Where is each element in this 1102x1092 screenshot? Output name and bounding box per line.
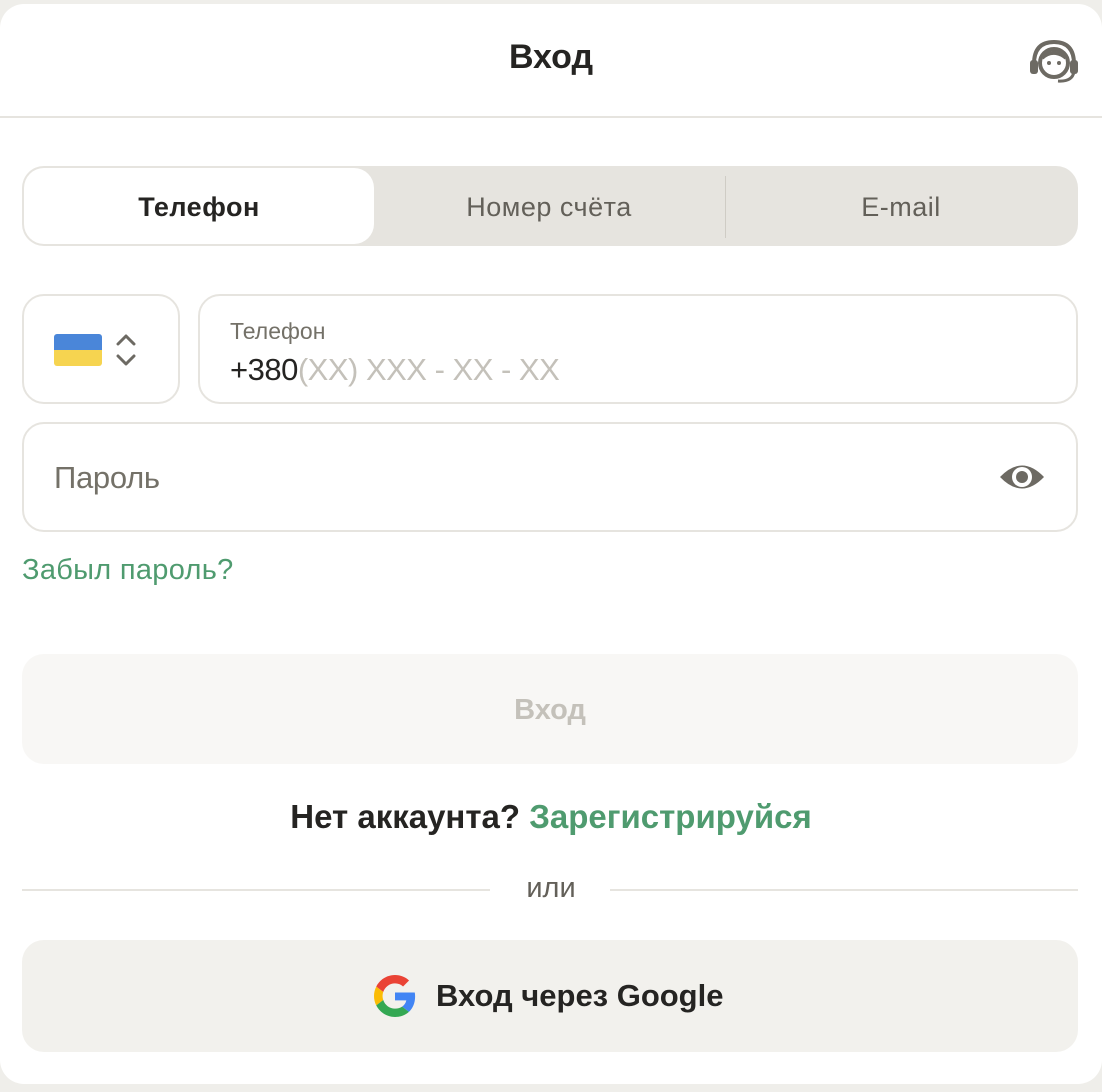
phone-input-value: +380(XX) XXX - XX - XX [230,352,560,388]
google-icon [374,975,416,1017]
country-code-select[interactable] [22,294,180,404]
phone-mask-placeholder: (XX) XXX - XX - XX [297,352,560,387]
password-placeholder: Пароль [54,460,160,495]
header: Вход [0,4,1102,118]
tab-phone[interactable]: Телефон [24,168,374,244]
tab-account-number[interactable]: Номер счёта [374,168,724,244]
divider-right [610,889,1078,891]
no-account-text: Нет аккаунта? [290,798,521,835]
show-password-button[interactable] [998,458,1046,496]
login-modal: Вход Телефон Номер счёта E-mail Телефон … [0,4,1102,1084]
login-method-tabs: Телефон Номер счёта E-mail [22,166,1078,246]
google-login-label: Вход через Google [436,978,724,1013]
eye-icon [1000,465,1044,489]
password-input[interactable]: Пароль [22,422,1078,532]
google-login-button[interactable]: Вход через Google [22,940,1078,1052]
phone-input[interactable]: Телефон +380(XX) XXX - XX - XX [198,294,1078,404]
chevron-up-down-icon [116,334,136,366]
login-button[interactable]: Вход [22,654,1078,764]
phone-prefix: +380 [230,352,298,387]
signup-row: Нет аккаунта? Зарегистрируйся [0,798,1102,836]
phone-input-label: Телефон [230,318,326,344]
register-link[interactable]: Зарегистрируйся [529,798,812,835]
headset-support-icon [1030,39,1078,83]
ukraine-flag-icon [54,334,102,366]
forgot-password-link[interactable]: Забыл пароль? [22,554,234,587]
support-button[interactable] [1026,36,1082,86]
tab-email[interactable]: E-mail [726,168,1076,244]
page-title: Вход [508,38,594,76]
